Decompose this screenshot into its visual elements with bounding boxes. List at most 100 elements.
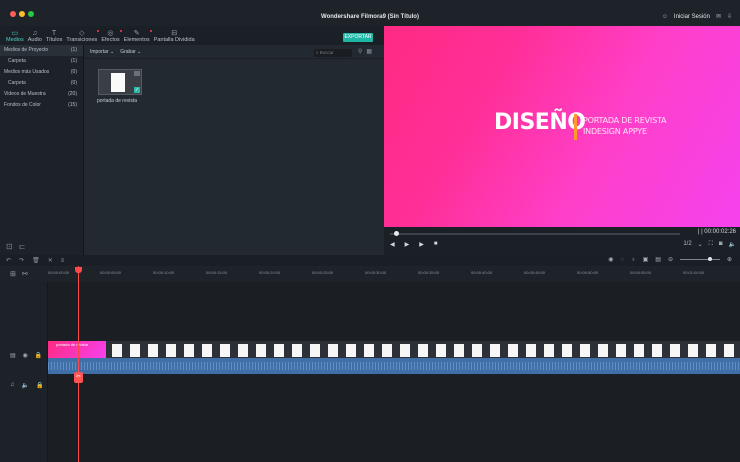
- shield-icon[interactable]: ◌: [621, 257, 625, 263]
- tab-elementos[interactable]: ✎ Elementos: [123, 30, 152, 45]
- preview-title: DISEÑO: [494, 110, 586, 135]
- video-frame: [580, 344, 590, 357]
- tab-medios[interactable]: ▭ Medios: [6, 30, 24, 45]
- tree-label: Medios de Proyecto: [4, 47, 49, 53]
- effects-icon: ◎: [107, 30, 114, 37]
- undo-icon[interactable]: ↶: [6, 257, 11, 264]
- tab-audio[interactable]: ♫ Audio: [28, 30, 42, 45]
- snapshot-icon[interactable]: ◙: [719, 241, 723, 248]
- video-frame: [310, 344, 320, 357]
- login-link[interactable]: Iniciar Sesión: [674, 14, 710, 20]
- audio-track-clip[interactable]: [48, 358, 740, 374]
- folder-icon[interactable]: ⊏: [19, 242, 26, 251]
- preview-panel: DISEÑO PORTADA DE REVISTA INDESIGN APPYE…: [384, 26, 740, 255]
- zoom-slider[interactable]: [679, 257, 720, 261]
- title-clip[interactable]: portada de revista: [48, 341, 106, 358]
- scissors-icon[interactable]: ✂: [74, 372, 83, 383]
- track-headers: [0, 282, 48, 462]
- volume-icon[interactable]: 🔈: [22, 382, 29, 389]
- video-frame: [634, 344, 644, 357]
- chevron-down-icon[interactable]: ⌄: [698, 241, 703, 248]
- tree-item-most-used[interactable]: Medios más Usados (0): [0, 67, 83, 78]
- adjust-icon[interactable]: ≡: [61, 258, 65, 264]
- tab-label: Títulos: [45, 37, 63, 43]
- video-frame: [616, 344, 626, 357]
- tick-label: 00:00:20:00: [259, 270, 281, 275]
- video-frame: [724, 344, 734, 357]
- playhead-handle[interactable]: [75, 267, 82, 273]
- video-frame: [256, 344, 266, 357]
- split-screen-icon: ⊟: [171, 30, 178, 37]
- delete-icon[interactable]: 🗑: [32, 257, 40, 264]
- mic-icon[interactable]: ♁: [631, 257, 636, 263]
- video-frame: [238, 344, 248, 357]
- tab-pantalla-dividida[interactable]: ⊟ Pantalla Dividida: [154, 30, 195, 45]
- music-note-icon: ♫: [10, 382, 15, 388]
- record-dropdown[interactable]: Grabar ⌄: [120, 49, 141, 55]
- grid-view-icon[interactable]: ▦: [366, 48, 372, 55]
- media-thumbnail[interactable]: ✓: [98, 69, 142, 95]
- tab-label: Elementos: [123, 37, 150, 43]
- video-frame: [130, 344, 140, 357]
- video-frame: [112, 344, 122, 357]
- elements-icon: ✎: [133, 30, 140, 37]
- tab-efectos[interactable]: ◎ Efectos: [101, 30, 122, 45]
- export-button[interactable]: EXPORTAR: [343, 33, 373, 42]
- lock-icon[interactable]: 🔒: [35, 352, 42, 359]
- media-area: Importar ⌄ Grabar ⌄ ⌕ Buscar ⚲ ▦ ✓ porta…: [84, 45, 384, 255]
- preview-canvas: DISEÑO PORTADA DE REVISTA INDESIGN APPYE: [384, 26, 740, 227]
- ratio-selector[interactable]: 1/2: [683, 241, 691, 248]
- mail-icon[interactable]: ✉: [716, 13, 721, 20]
- subtitle-icon[interactable]: ▤: [655, 256, 661, 263]
- media-library-tree: Medios de Proyecto (1) Carpeta (1) Medio…: [0, 45, 84, 255]
- video-frame: [598, 344, 608, 357]
- tick-label: 00:00:35:00: [418, 270, 440, 275]
- timeline-ruler[interactable]: ⊞ ⚯ 00:00:00:00 00:00:05:00 00:00:10:00 …: [0, 266, 740, 282]
- import-dropdown[interactable]: Importar ⌄: [90, 49, 114, 55]
- tab-label: Efectos: [101, 37, 120, 43]
- render-icon[interactable]: ◉: [608, 256, 613, 263]
- tree-count: (0): [70, 80, 77, 86]
- add-track-icon[interactable]: ⊞: [10, 270, 16, 278]
- redo-icon[interactable]: ↷: [19, 257, 24, 264]
- user-icon[interactable]: ☺: [662, 14, 668, 20]
- link-icon[interactable]: ⚯: [22, 270, 28, 278]
- cut-icon[interactable]: ✕: [48, 257, 53, 264]
- search-input[interactable]: ⌕ Buscar: [314, 49, 352, 57]
- tree-label: Fondos de Color: [4, 102, 41, 108]
- snapshot-icon[interactable]: ▣: [643, 256, 649, 263]
- tree-item-sample-videos[interactable]: Videos de Muestra (20): [0, 89, 83, 100]
- download-icon[interactable]: ⇩: [727, 13, 732, 20]
- zoom-out-icon[interactable]: ⊖: [668, 256, 673, 263]
- video-frame: [328, 344, 338, 357]
- playhead[interactable]: [78, 266, 79, 462]
- tree-item-folder[interactable]: Carpeta (1): [0, 56, 83, 67]
- tab-label: Transiciones: [66, 37, 98, 43]
- timecode: | | 00:00:02:26: [697, 229, 736, 235]
- previous-frame-icon[interactable]: ◀: [390, 241, 395, 248]
- preview-scrubber[interactable]: [390, 233, 680, 235]
- tree-item-folder-2[interactable]: Carpeta (0): [0, 78, 83, 89]
- tree-count: (15): [68, 102, 77, 108]
- fullscreen-icon[interactable]: ⛶: [709, 241, 713, 248]
- filter-icon[interactable]: ⚲: [358, 48, 362, 55]
- volume-icon[interactable]: 🔈: [729, 241, 736, 248]
- scrubber-handle[interactable]: [394, 231, 399, 236]
- tick-label: 00:00:50:00: [577, 270, 599, 275]
- next-frame-icon[interactable]: ▶: [419, 241, 424, 248]
- video-frame: [670, 344, 680, 357]
- tree-item-project-media[interactable]: Medios de Proyecto (1): [0, 45, 83, 56]
- eye-icon[interactable]: ◉: [23, 352, 28, 359]
- tree-item-color-backgrounds[interactable]: Fondos de Color (15): [0, 100, 83, 111]
- video-frame: [706, 344, 716, 357]
- new-folder-icon[interactable]: ⊡: [6, 242, 13, 251]
- tab-titulos[interactable]: T Títulos: [46, 30, 63, 45]
- play-icon[interactable]: ▶: [405, 241, 410, 248]
- video-frame: [382, 344, 392, 357]
- tab-label: Medios: [6, 37, 24, 43]
- stop-icon[interactable]: ■: [434, 241, 438, 248]
- tab-transiciones[interactable]: ◇ Transiciones: [66, 30, 100, 45]
- preview-subtitle-2: INDESIGN APPYE: [583, 127, 647, 136]
- lock-icon[interactable]: 🔒: [36, 382, 43, 389]
- zoom-in-icon[interactable]: ⊕: [727, 256, 732, 263]
